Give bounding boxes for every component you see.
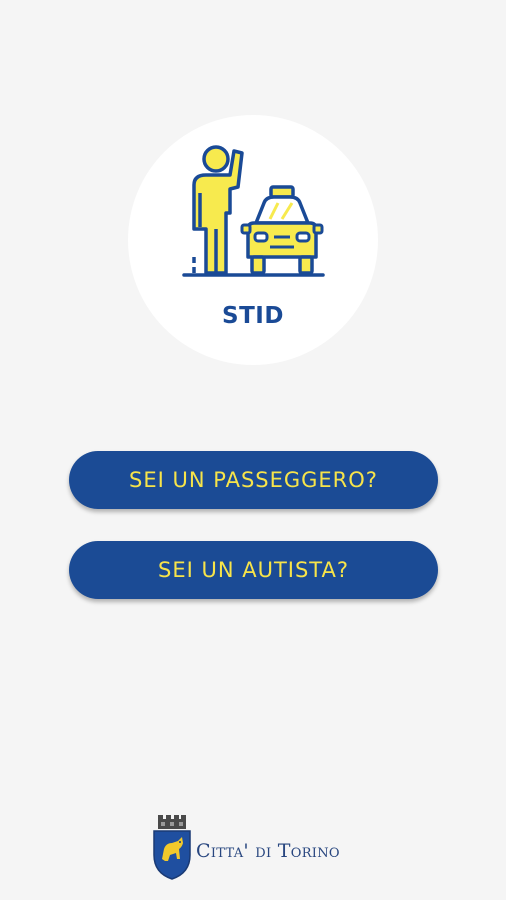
person-hailing-taxi-icon xyxy=(182,145,325,277)
passenger-button[interactable]: SEI UN PASSEGGERO? xyxy=(69,451,438,509)
app-name: STID xyxy=(222,303,284,329)
app-logo: STID xyxy=(128,115,378,365)
driver-button[interactable]: SEI UN AUTISTA? xyxy=(69,541,438,599)
city-footer: Citta' di Torino xyxy=(152,815,340,881)
city-name: Citta' di Torino xyxy=(196,840,340,862)
torino-coat-of-arms-icon xyxy=(153,815,191,880)
